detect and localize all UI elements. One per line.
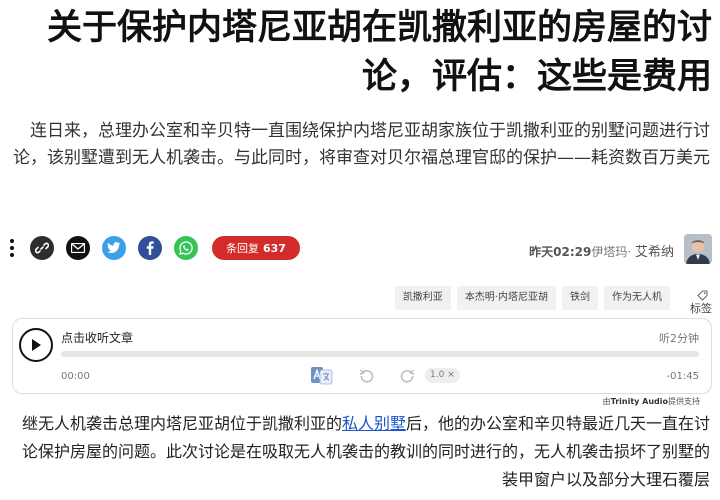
- more-options-icon[interactable]: [8, 239, 16, 257]
- tags-label: 标签: [676, 286, 712, 316]
- twitter-icon[interactable]: [102, 236, 126, 260]
- body-text-before-link: 继无人机袭击总理内塔尼亚胡位于凯撒利亚的: [21, 414, 342, 433]
- whatsapp-icon[interactable]: [174, 236, 198, 260]
- translate-icon[interactable]: [311, 367, 333, 385]
- tag-item[interactable]: 铁剑: [562, 286, 598, 310]
- author-avatar[interactable]: [684, 234, 712, 264]
- credit-suffix: 提供支持: [668, 397, 700, 406]
- player-title: 点击收听文章: [61, 331, 134, 345]
- audio-player: 点击收听文章 听2分钟 00:00 1.0 × -01:45: [12, 318, 712, 394]
- credit-brand[interactable]: Trinity Audio: [611, 397, 668, 406]
- play-button[interactable]: [19, 328, 53, 362]
- audio-credit: 由Trinity Audio提供支持: [603, 396, 700, 407]
- comments-label: 条回复: [226, 242, 259, 255]
- time-remaining: -01:45: [666, 371, 699, 382]
- tag-item[interactable]: 作为无人机: [604, 286, 670, 310]
- villa-link[interactable]: 私人别墅: [342, 414, 406, 433]
- article-body: 继无人机袭击总理内塔尼亚胡位于凯撒利亚的私人别墅后，他的办公室和辛贝特最近几天一…: [10, 410, 710, 494]
- tag-item[interactable]: 本杰明·内塔尼亚胡: [456, 286, 556, 310]
- comments-count: 637: [263, 241, 286, 255]
- forward-icon[interactable]: [399, 368, 415, 388]
- email-icon[interactable]: [66, 236, 90, 260]
- close-icon: ×: [447, 370, 455, 380]
- author-name[interactable]: 艾希纳: [635, 245, 674, 260]
- progress-bar[interactable]: [61, 351, 699, 357]
- facebook-icon[interactable]: [138, 236, 162, 260]
- share-bar: 条回复 637: [8, 233, 300, 263]
- article-headline: 关于保护内塔尼亚胡在凯撒利亚的房屋的讨论，评估：这些是费用: [46, 8, 712, 97]
- time-elapsed: 00:00: [61, 371, 90, 382]
- play-icon: [32, 339, 41, 351]
- copy-link-icon[interactable]: [30, 236, 54, 260]
- credit-prefix: 由: [602, 397, 611, 406]
- tags-label-text: 标签: [690, 302, 712, 315]
- publish-time: 昨天02:29: [529, 245, 592, 259]
- tags-row: 凯撒利亚 本杰明·内塔尼亚胡 铁剑 作为无人机 标签: [394, 286, 712, 316]
- speed-value: 1.0: [430, 370, 445, 380]
- tag-item[interactable]: 凯撒利亚: [394, 286, 451, 310]
- byline-place: 伊塔玛·: [591, 245, 632, 259]
- article-subtitle: 连日来，总理办公室和辛贝特一直围绕保护内塔尼亚胡家族位于凯撒利亚的别墅问题进行讨…: [13, 121, 710, 168]
- comments-button[interactable]: 条回复 637: [212, 236, 300, 260]
- player-duration: 听2分钟: [659, 332, 699, 345]
- byline: 昨天02:29伊塔玛· 艾希纳: [529, 241, 674, 260]
- playback-speed[interactable]: 1.0 ×: [425, 368, 460, 383]
- rewind-icon[interactable]: [359, 368, 375, 388]
